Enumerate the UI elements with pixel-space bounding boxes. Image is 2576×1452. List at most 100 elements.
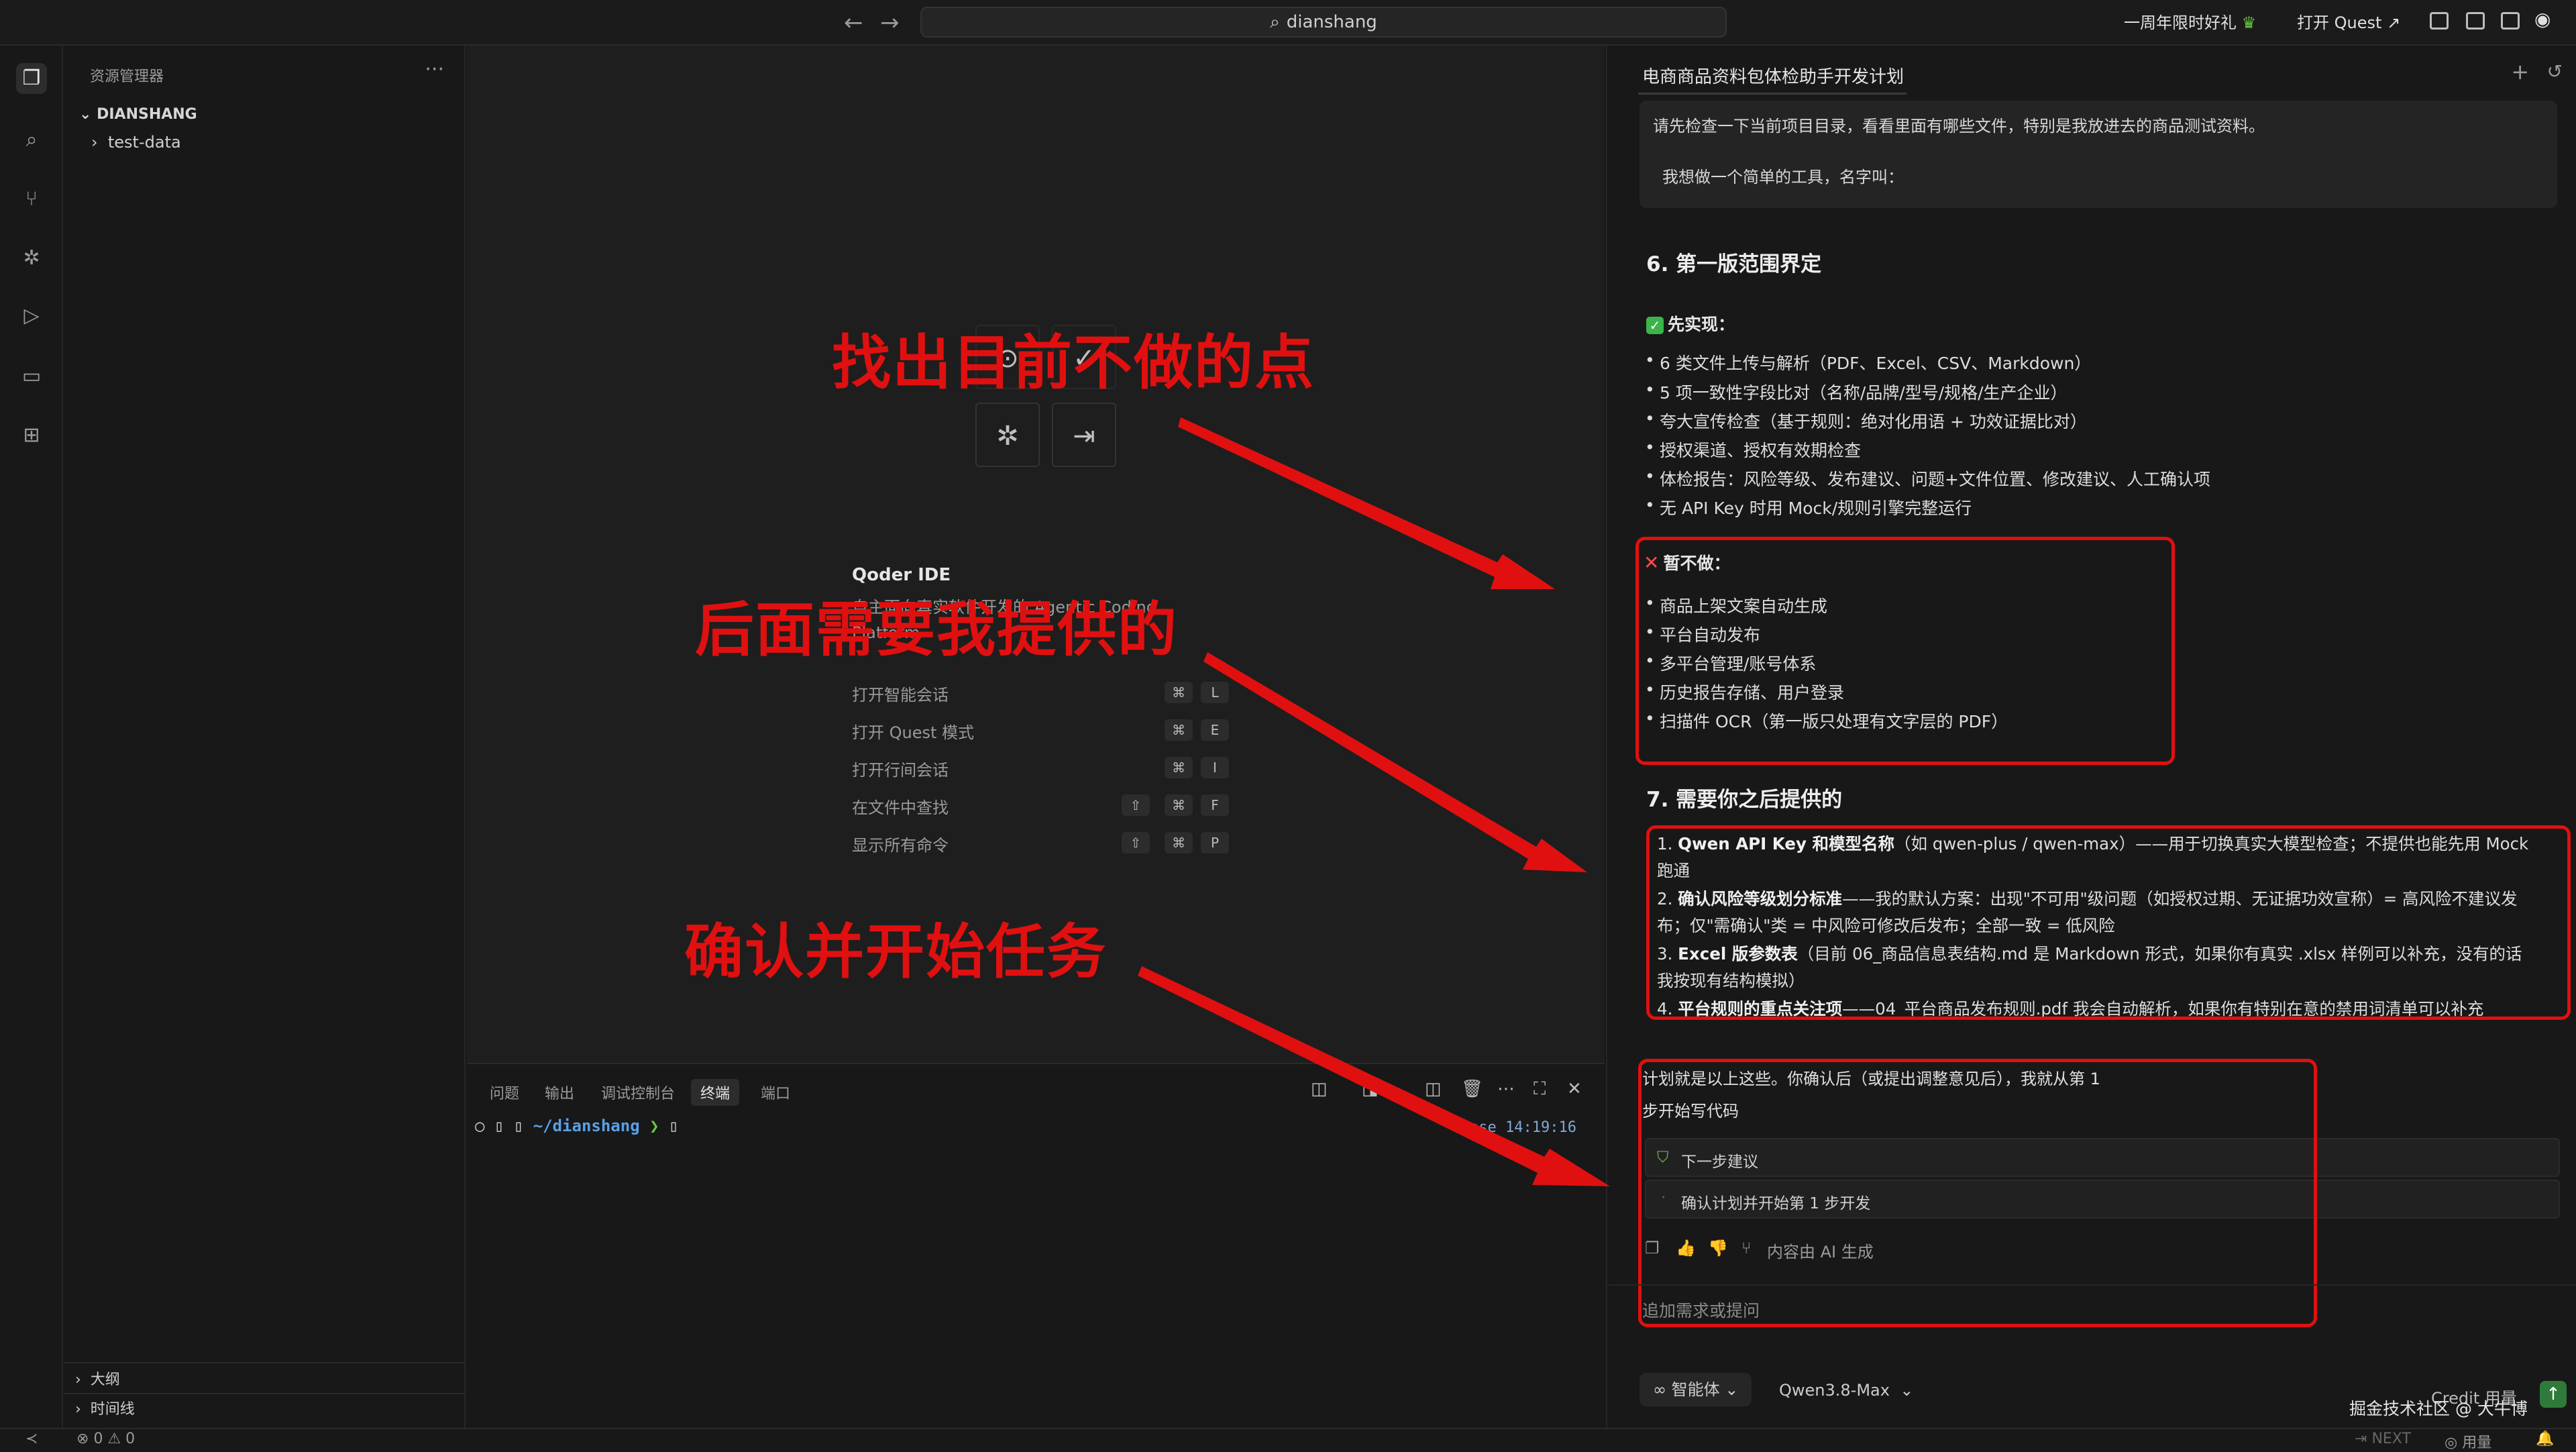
close-icon[interactable]: ✕ (1567, 1079, 1582, 1099)
forward-arrow-icon[interactable]: → (880, 9, 900, 36)
more-icon[interactable]: ⋯ (1497, 1079, 1515, 1099)
chevron-right-icon: › (91, 133, 98, 152)
extensions-icon[interactable]: ⊞ (16, 420, 47, 451)
list-item: 无 API Key 时用 Mock/规则引擎完整运行 (1645, 495, 1972, 519)
model-label: Qwen3.8-Max (1779, 1381, 1890, 1400)
tab-output[interactable]: 输出 (535, 1079, 584, 1106)
agent-hub-icon[interactable]: ✲ (975, 403, 1040, 467)
infinity-icon: ∞ (1653, 1380, 1666, 1399)
tab-problems[interactable]: 问题 (480, 1079, 529, 1106)
key: L (1201, 682, 1229, 703)
open-quest-button[interactable]: 打开 Quest ↗ (2297, 9, 2400, 33)
list-item: 6 类文件上传与解析（PDF、Excel、CSV、Markdown） (1645, 350, 2091, 374)
list-item: 夸大宣传检查（基于规则：绝对化用语 + 功效证据比对） (1645, 409, 2087, 433)
toggle-secondary-sidebar-icon[interactable] (2501, 12, 2520, 30)
outline-section[interactable]: › 大纲 (75, 1367, 120, 1389)
annotation-text-1: 找出目前不做的点 (832, 328, 1316, 397)
run-debug-icon[interactable]: ▷ (16, 301, 47, 331)
search-icon[interactable]: ⌕ (16, 125, 47, 156)
search-icon: ⌕ (1270, 11, 1280, 32)
shortcut-open-quest[interactable]: 打开 Quest 模式 ⌘ E (852, 719, 1241, 742)
terminal-prompt[interactable]: ○ ▯ ▯ ~/dianshang ❯ ▯ (475, 1117, 678, 1135)
annotation-box-provide (1646, 825, 2571, 1020)
chat-title: 电商商品资料包体检助手开发计划 (1642, 67, 1904, 87)
back-arrow-icon[interactable]: ← (844, 9, 863, 36)
annotation-box-not-now (1635, 537, 2175, 765)
agent-label: 智能体 (1671, 1380, 1720, 1399)
check-icon: ✓ (1646, 317, 1664, 334)
search-text: dianshang (1286, 12, 1377, 32)
next-status[interactable]: ⇥ NEXT (2355, 1431, 2411, 1447)
open-quest-label: 打开 Quest (2297, 13, 2382, 32)
remote-explorer-icon[interactable]: ▭ (16, 361, 47, 392)
new-chat-icon[interactable]: + (2511, 59, 2529, 85)
warning-count: 0 (125, 1431, 136, 1447)
source-control-icon[interactable]: ⑂ (16, 184, 47, 215)
user-message-line: 请先检查一下当前项目目录，看看里面有哪些文件，特别是我放进去的商品测试资料。 (1653, 117, 2265, 136)
title-bar: ← → ⌕ dianshang 一周年限时好礼 ♛ 打开 Quest ↗ ◉ (0, 0, 2576, 46)
shortcut-label: 打开行间会话 (852, 761, 949, 780)
tab-forward-icon[interactable]: ⇥ (1052, 403, 1116, 467)
explorer-more-button[interactable]: ··· (425, 58, 444, 81)
tab-terminal[interactable]: 终端 (691, 1079, 740, 1106)
chat-input[interactable]: 追加需求或提问 (1642, 1298, 1760, 1322)
key: P (1201, 832, 1229, 853)
tab-debug-console[interactable]: 调试控制台 (592, 1079, 684, 1106)
shortcut-find-in-files[interactable]: 在文件中查找 ⇧ ⌘ F (852, 794, 1241, 817)
shortcut-open-chat[interactable]: 打开智能会话 ⌘ L (852, 682, 1241, 705)
send-icon[interactable]: ↑ (2540, 1381, 2567, 1408)
gift-icon: ♛ (2241, 13, 2257, 32)
explorer-title: 资源管理器 (90, 68, 164, 85)
tab-ports[interactable]: 端口 (751, 1079, 800, 1106)
status-circle-icon: ○ (475, 1117, 485, 1135)
remote-icon[interactable]: ≺ (25, 1431, 38, 1447)
toggle-sidebar-icon[interactable] (2430, 12, 2449, 30)
section-7-heading: 7. 需要你之后提供的 (1646, 788, 1843, 812)
model-selector[interactable]: Qwen3.8-Max ⌄ (1779, 1381, 1913, 1400)
split-terminal-icon[interactable]: ◫ (1311, 1079, 1328, 1099)
terminal-time: base 14:19:16 (1460, 1119, 1576, 1136)
notifications-icon[interactable]: 🔔 (2536, 1431, 2554, 1447)
cmd-key: ⌘ (1165, 794, 1193, 816)
warning-icon: ⚠ (107, 1431, 121, 1447)
key: E (1201, 719, 1229, 741)
divider (64, 1393, 466, 1394)
activity-bar: ❐ ⌕ ⑂ ✲ ▷ ▭ ⊞ (0, 46, 63, 1428)
first-implement-text: 先实现： (1668, 315, 1735, 334)
cmd-key: ⌘ (1165, 719, 1193, 741)
annotation-box-confirm (1638, 1059, 2317, 1327)
shortcut-inline-chat[interactable]: 打开行间会话 ⌘ I (852, 757, 1241, 780)
list-item: 授权渠道、授权有效期检查 (1645, 437, 1861, 462)
workspace-root-label: DIANSHANG (97, 106, 197, 123)
command-search-box[interactable]: ⌕ dianshang (920, 7, 1727, 38)
tree-item-test-data[interactable]: › test-data (91, 133, 181, 152)
toggle-panel-icon[interactable] (2466, 12, 2485, 30)
workspace-root[interactable]: ⌄ DIANSHANG (79, 106, 197, 123)
account-icon[interactable]: ◉ (2534, 8, 2551, 30)
trash-icon[interactable]: 🗑 (1461, 1079, 1483, 1099)
anniversary-gift-button[interactable]: 一周年限时好礼 ♛ (2124, 9, 2256, 33)
explorer-icon[interactable]: ❐ (16, 63, 47, 94)
timeline-section[interactable]: › 时间线 (75, 1397, 135, 1418)
user-message-line: 我想做一个简单的工具，名字叫： (1662, 168, 1904, 187)
maximize-icon[interactable]: ⛶ (1534, 1079, 1546, 1100)
shortcut-show-commands[interactable]: 显示所有命令 ⇧ ⌘ P (852, 832, 1241, 855)
history-icon[interactable]: ↺ (2547, 60, 2563, 83)
chevron-down-icon: ⌄ (1900, 1381, 1914, 1400)
chat-tab-underline (1638, 93, 1907, 95)
list-item: 5 项一致性字段比对（名称/品牌/型号/规格/生产企业） (1645, 380, 2068, 404)
key: I (1201, 757, 1229, 778)
terminal-layout-icon[interactable]: ◨ (1362, 1079, 1379, 1099)
cmd-key: ⌘ (1165, 832, 1193, 853)
usage-status[interactable]: ◎ 用量 (2445, 1431, 2491, 1452)
bottom-panel: 问题 输出 调试控制台 终端 端口 ◫ ◨ ◫ 🗑 ⋯ ⛶ ✕ ○ ▯ ▯ ~/… (467, 1063, 1605, 1428)
problems-status[interactable]: ⊗ 0 ⚠ 0 (76, 1431, 135, 1447)
shortcut-label: 显示所有命令 (852, 836, 949, 855)
agent-icon[interactable]: ✲ (16, 243, 47, 274)
next-label: NEXT (2371, 1431, 2411, 1447)
agent-mode-selector[interactable]: ∞ 智能体 ⌄ (1640, 1373, 1752, 1406)
shortcut-label: 在文件中查找 (852, 798, 949, 817)
timeline-label: 时间线 (90, 1401, 135, 1418)
new-terminal-icon[interactable]: ◫ (1425, 1079, 1442, 1099)
divider (64, 1362, 466, 1363)
